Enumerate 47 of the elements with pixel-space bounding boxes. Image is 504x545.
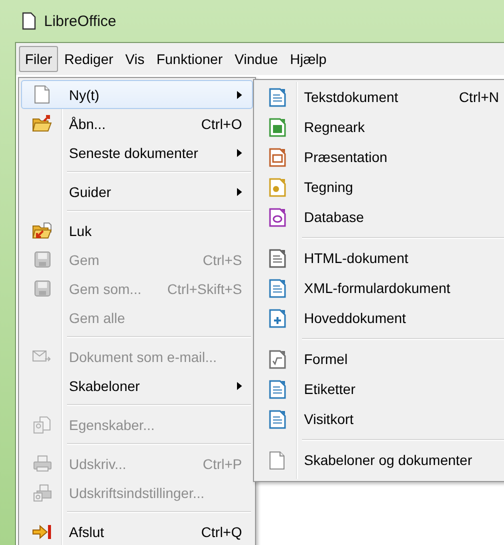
envelope-icon xyxy=(32,350,52,364)
document-icon xyxy=(268,410,286,428)
menu-item[interactable]: Seneste dokumenter xyxy=(21,138,253,167)
document-icon xyxy=(268,380,286,398)
menu-item[interactable]: Skabeloner og dokumenter xyxy=(256,445,504,475)
document-icon xyxy=(268,308,286,328)
document-icon xyxy=(268,350,286,368)
menu-bar-item[interactable]: Filer xyxy=(19,46,58,72)
printer-icon xyxy=(32,455,52,472)
menu-item[interactable]: Hoveddokument xyxy=(256,303,504,333)
menu-item[interactable]: Ny(t) xyxy=(21,80,253,109)
document-icon xyxy=(22,12,36,30)
menu-item[interactable]: Visitkort xyxy=(256,404,504,434)
menu-bar-item[interactable]: Vis xyxy=(119,46,150,72)
document-icon xyxy=(268,118,286,136)
exit-arrow-icon xyxy=(32,524,52,540)
blank-page-icon xyxy=(269,450,285,470)
properties-icon xyxy=(33,416,51,434)
printer-icon xyxy=(32,484,52,502)
menu-item[interactable]: Tekstdokument Ctrl+N xyxy=(256,82,504,112)
document-icon xyxy=(268,148,286,166)
menu-item[interactable]: Formel xyxy=(256,344,504,374)
menu-item[interactable]: Guider xyxy=(21,177,253,206)
menu-item[interactable]: HTML-dokument xyxy=(256,243,504,273)
document-icon xyxy=(268,248,286,268)
blank-page-icon xyxy=(34,85,50,104)
menu-item[interactable]: Luk xyxy=(21,216,253,245)
window-title: LibreOffice xyxy=(44,12,116,30)
menu-item[interactable]: Regneark xyxy=(256,112,504,142)
menu-item[interactable]: Åbn... Ctrl+O xyxy=(21,109,253,138)
document-icon xyxy=(268,208,286,226)
menu-item[interactable]: XML-formulardokument xyxy=(256,273,504,303)
menu-bar-item[interactable]: Rediger xyxy=(58,46,120,72)
menu-bar-item[interactable]: Vindue xyxy=(228,46,284,72)
menu-item[interactable]: Tegning xyxy=(256,172,504,202)
menu-bar-item[interactable]: Funktioner xyxy=(150,46,229,72)
menu-item[interactable]: Præsentation xyxy=(256,142,504,172)
document-icon xyxy=(268,88,286,106)
menu-item[interactable]: Skabeloner xyxy=(21,371,253,400)
menu-item[interactable]: Etiketter xyxy=(256,374,504,404)
menu-bar-item[interactable]: Hjælp xyxy=(284,46,333,72)
menu-item[interactable]: Database xyxy=(256,202,504,232)
document-icon xyxy=(268,178,286,196)
folder-icon xyxy=(32,114,52,132)
menu-item[interactable]: Afslut Ctrl+Q xyxy=(21,517,253,545)
document-icon xyxy=(268,278,286,298)
folder-icon xyxy=(32,222,52,240)
